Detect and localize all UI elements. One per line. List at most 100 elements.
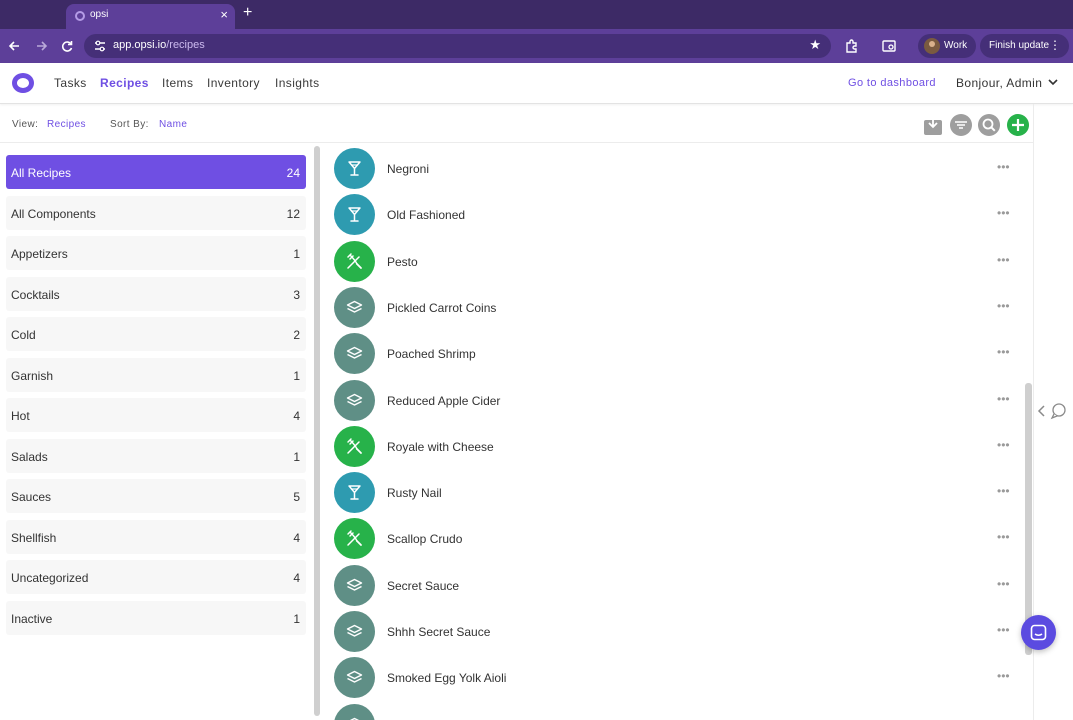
add-recipe-button[interactable]: [1007, 114, 1029, 136]
recipe-name[interactable]: Pesto: [387, 255, 418, 269]
more-options-icon[interactable]: •••: [997, 160, 1010, 174]
recipe-row[interactable]: Old Fashioned •••: [322, 191, 1022, 237]
category-cold[interactable]: Cold 2: [6, 317, 306, 351]
bookmark-star-icon[interactable]: ★: [809, 37, 821, 53]
filter-button[interactable]: [950, 114, 972, 136]
category-appetizers[interactable]: Appetizers 1: [6, 236, 306, 270]
fork-knife-icon: [334, 241, 375, 282]
recipe-row[interactable]: Rusty Nail •••: [322, 469, 1022, 515]
address-bar[interactable]: app.opsi.io/recipes ★: [84, 34, 831, 58]
recipe-row[interactable]: Reduced Apple Cider •••: [322, 377, 1022, 423]
recipe-name[interactable]: Poached Shrimp: [387, 347, 476, 361]
recipe-row[interactable]: Poached Shrimp •••: [322, 330, 1022, 376]
tab-title: opsi: [90, 9, 109, 20]
cocktail-glass-icon: [334, 472, 375, 513]
category-shellfish[interactable]: Shellfish 4: [6, 520, 306, 554]
sort-selector[interactable]: Name: [159, 119, 187, 130]
download-button[interactable]: [922, 114, 944, 136]
browser-menu-icon[interactable]: ⋮: [1049, 38, 1061, 52]
category-label: Salads: [11, 450, 48, 464]
more-options-icon[interactable]: •••: [997, 392, 1010, 406]
browser-toolbar: app.opsi.io/recipes ★ Work Finish update…: [0, 29, 1073, 63]
more-options-icon[interactable]: •••: [997, 623, 1010, 637]
recipe-row[interactable]: Royale with Cheese •••: [322, 423, 1022, 469]
fork-knife-icon: [334, 518, 375, 559]
recipe-list-scrollbar[interactable]: [1025, 383, 1032, 655]
nav-recipes[interactable]: Recipes: [100, 76, 149, 90]
more-options-icon[interactable]: •••: [997, 484, 1010, 498]
finish-update-label: Finish update: [989, 40, 1050, 51]
recipe-row[interactable]: Shhh Secret Sauce •••: [322, 608, 1022, 654]
recipe-name[interactable]: Old Fashioned: [387, 208, 465, 222]
category-hot[interactable]: Hot 4: [6, 398, 306, 432]
nav-items[interactable]: Items: [162, 76, 193, 90]
nav-tasks[interactable]: Tasks: [54, 76, 87, 90]
tab-close-icon[interactable]: ×: [220, 7, 228, 22]
recipe-list: Negroni ••• Old Fashioned ••• Pesto ••• Pickle…: [322, 144, 1022, 720]
back-arrow-icon[interactable]: [6, 37, 24, 55]
more-options-icon[interactable]: •••: [997, 530, 1010, 544]
view-selector[interactable]: Recipes: [47, 119, 86, 130]
category-label: All Components: [11, 207, 96, 221]
more-options-icon[interactable]: •••: [997, 299, 1010, 313]
category-count: 4: [293, 531, 300, 545]
more-options-icon[interactable]: •••: [997, 669, 1010, 683]
more-options-icon[interactable]: •••: [997, 345, 1010, 359]
category-sauces[interactable]: Sauces 5: [6, 479, 306, 513]
chat-bubble-icon: [1030, 624, 1047, 641]
recipe-name[interactable]: Shhh Secret Sauce: [387, 625, 490, 639]
opsi-logo[interactable]: [12, 73, 34, 93]
recipe-row[interactable]: Pickled Carrot Coins •••: [322, 284, 1022, 330]
user-greeting[interactable]: Bonjour, Admin: [956, 76, 1042, 90]
comments-icon[interactable]: [1049, 402, 1067, 420]
recipe-row[interactable]: Scallop Crudo •••: [322, 515, 1022, 561]
tab-search-icon[interactable]: [880, 37, 898, 55]
recipe-name[interactable]: Scallop Crudo: [387, 532, 462, 546]
dashboard-link[interactable]: Go to dashboard: [848, 77, 936, 89]
recipe-row[interactable]: Negroni •••: [322, 145, 1022, 191]
category-all-components[interactable]: All Components 12: [6, 196, 306, 230]
recipe-name[interactable]: Secret Sauce: [387, 579, 459, 593]
category-cocktails[interactable]: Cocktails 3: [6, 277, 306, 311]
category-count: 12: [286, 207, 300, 221]
category-inactive[interactable]: Inactive 1: [6, 601, 306, 635]
nav-insights[interactable]: Insights: [275, 76, 320, 90]
more-options-icon[interactable]: •••: [997, 206, 1010, 220]
support-chat-button[interactable]: [1021, 615, 1056, 650]
browser-tabstrip: opsi × +: [0, 0, 1073, 29]
chevron-left-icon[interactable]: [1036, 403, 1048, 419]
more-options-icon[interactable]: •••: [997, 438, 1010, 452]
sidebar-scrollbar[interactable]: [314, 146, 320, 716]
extensions-puzzle-icon[interactable]: [843, 37, 861, 55]
more-options-icon[interactable]: •••: [997, 577, 1010, 591]
recipe-row[interactable]: Pesto •••: [322, 238, 1022, 284]
recipe-name[interactable]: Royale with Cheese: [387, 440, 494, 454]
recipe-name[interactable]: Pickled Carrot Coins: [387, 301, 496, 315]
reload-icon[interactable]: [58, 37, 76, 55]
new-tab-plus-icon[interactable]: +: [243, 5, 252, 21]
recipe-row[interactable]: [322, 701, 1022, 720]
category-count: 1: [293, 612, 300, 626]
more-options-icon[interactable]: •••: [997, 253, 1010, 267]
recipe-name[interactable]: Negroni: [387, 162, 429, 176]
category-salads[interactable]: Salads 1: [6, 439, 306, 473]
recipe-row[interactable]: Secret Sauce •••: [322, 562, 1022, 608]
category-count: 1: [293, 369, 300, 383]
category-garnish[interactable]: Garnish 1: [6, 358, 306, 392]
recipe-row[interactable]: Smoked Egg Yolk Aioli •••: [322, 654, 1022, 700]
browser-tab[interactable]: opsi ×: [66, 4, 235, 29]
recipe-name[interactable]: Reduced Apple Cider: [387, 394, 500, 408]
recipe-name[interactable]: Rusty Nail: [387, 486, 442, 500]
recipe-name[interactable]: Smoked Egg Yolk Aioli: [387, 671, 506, 685]
chevron-down-icon[interactable]: [1047, 77, 1059, 87]
search-button[interactable]: [978, 114, 1000, 136]
nav-inventory[interactable]: Inventory: [207, 76, 260, 90]
profile-button[interactable]: Work: [918, 34, 976, 58]
forward-arrow-icon[interactable]: [32, 37, 50, 55]
category-all-recipes[interactable]: All Recipes 24: [6, 155, 306, 189]
finish-update-button[interactable]: Finish update ⋮: [980, 34, 1069, 58]
download-icon: [924, 116, 942, 135]
category-uncategorized[interactable]: Uncategorized 4: [6, 560, 306, 594]
sort-label: Sort By:: [110, 119, 149, 130]
site-settings-icon[interactable]: [93, 39, 107, 53]
